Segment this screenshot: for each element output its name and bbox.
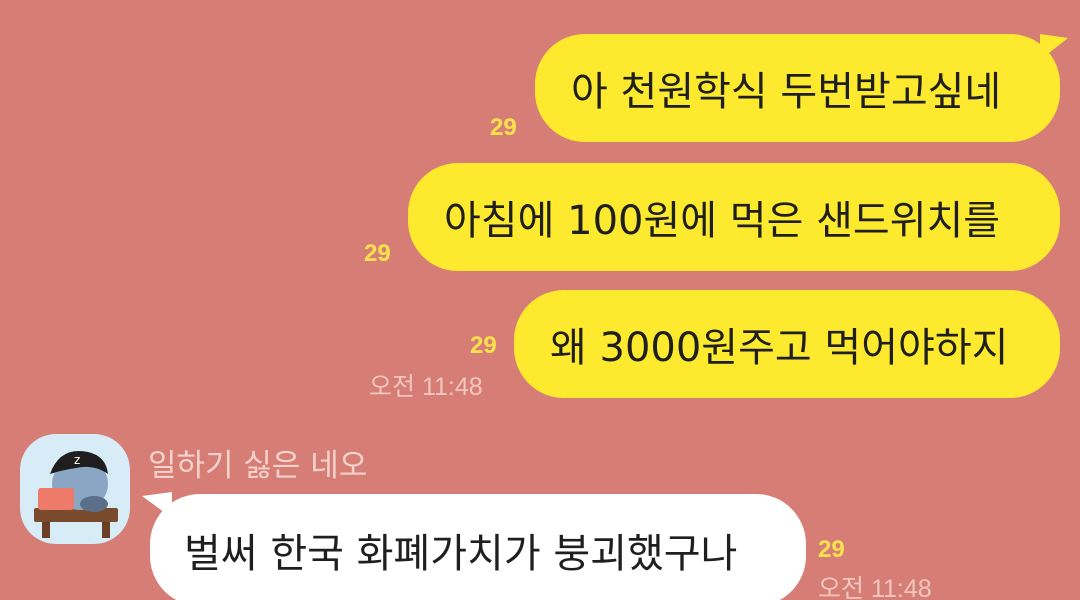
sent-message-bubble[interactable]: 아침에 100원에 먹은 샌드위치를 — [408, 163, 1060, 271]
sender-avatar[interactable]: z — [20, 434, 130, 544]
message-timestamp: 오전 11:48 — [818, 575, 932, 600]
sent-message-bubble[interactable]: 아 천원학식 두번받고싶네 — [535, 34, 1060, 142]
received-message-bubble[interactable]: 벌써 한국 화폐가치가 붕괴했구나 — [150, 494, 806, 600]
sent-message-bubble[interactable]: 왜 3000원주고 먹어야하지 — [514, 290, 1060, 398]
bubble-tail — [1040, 34, 1068, 60]
unread-count: 29 — [470, 332, 497, 359]
neo-character-icon: z — [34, 450, 118, 538]
chat-room: 아 천원학식 두번받고싶네 29 아침에 100원에 먹은 샌드위치를 29 왜… — [0, 0, 1080, 600]
sender-name: 일하기 싫은 네오 — [148, 448, 368, 484]
unread-count: 29 — [490, 114, 517, 141]
unread-count: 29 — [818, 536, 845, 563]
unread-count: 29 — [364, 240, 391, 267]
message-timestamp: 오전 11:48 — [369, 373, 483, 401]
message-text: 아 천원학식 두번받고싶네 — [571, 69, 1002, 115]
message-text: 아침에 100원에 먹은 샌드위치를 — [444, 198, 1001, 244]
svg-text:z: z — [74, 453, 80, 467]
message-text: 왜 3000원주고 먹어야하지 — [550, 325, 1009, 371]
message-text: 벌써 한국 화폐가치가 붕괴했구나 — [184, 531, 738, 577]
